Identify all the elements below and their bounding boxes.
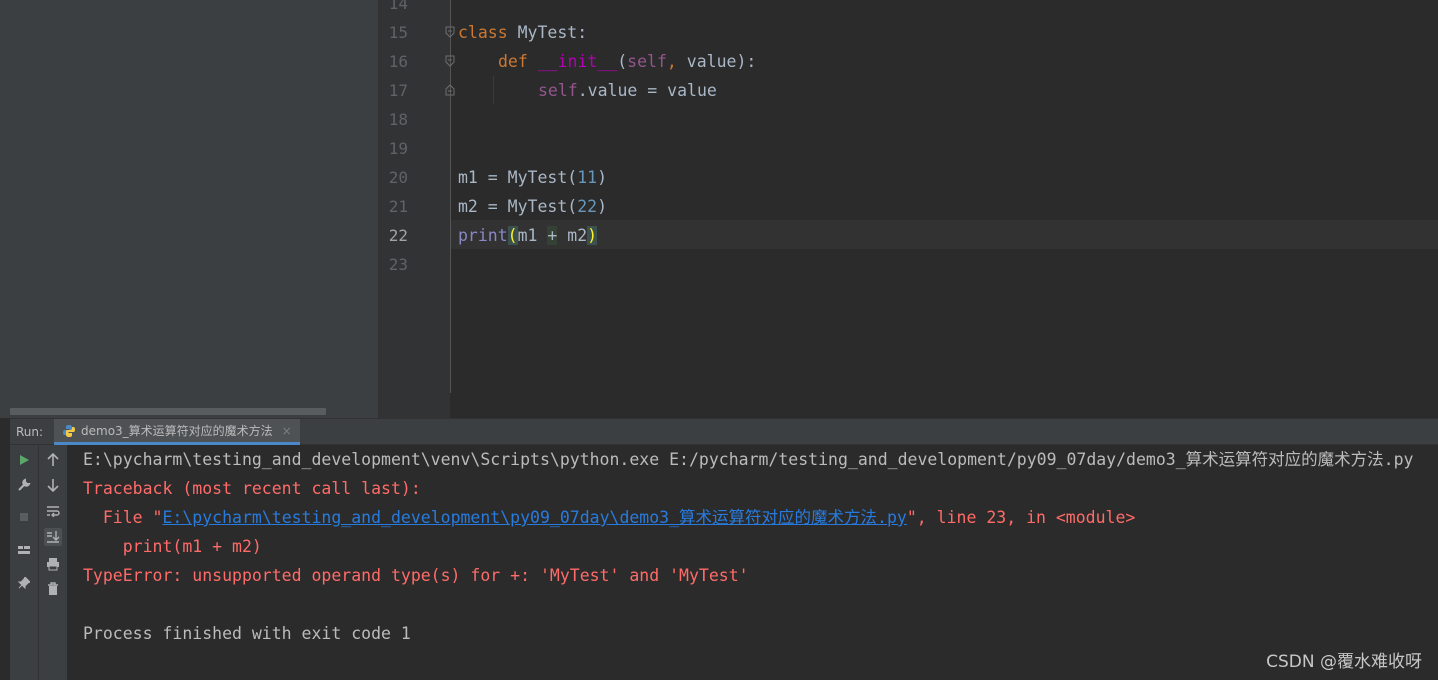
line-number: 14 — [388, 0, 408, 13]
keyword: class — [458, 23, 508, 42]
code-editor[interactable]: 14 15 16 17 18 19 20 21 22 23 class MyTe… — [378, 0, 1438, 393]
code-text: ) — [597, 168, 608, 187]
fold-marker-icon[interactable] — [445, 26, 455, 38]
stop-icon[interactable] — [15, 508, 33, 526]
fold-end-marker-icon[interactable] — [445, 84, 455, 96]
run-tool-window-header: Run: demo3_算术运算符对应的魔术方法 × — [10, 418, 1438, 445]
code-text: m1 = MyTest( — [458, 168, 578, 187]
self-param: self — [627, 52, 667, 71]
soft-wrap-icon[interactable] — [44, 502, 62, 520]
current-line-highlight — [451, 220, 1438, 249]
code-line-22: print(m1 + m2) — [458, 221, 598, 250]
scroll-to-end-icon[interactable] — [44, 528, 62, 546]
code-line-15: class MyTest: — [458, 18, 587, 47]
up-arrow-icon[interactable] — [44, 451, 62, 469]
project-horizontal-scrollbar[interactable] — [10, 408, 326, 415]
code-line-20: m1 = MyTest(11) — [458, 163, 607, 192]
line-number: 21 — [388, 197, 408, 216]
comma: , — [666, 52, 677, 71]
run-toolbar-primary — [10, 445, 39, 680]
trash-icon[interactable] — [44, 580, 62, 598]
brace-highlight: ) — [587, 226, 598, 245]
editor-bottom-area — [378, 393, 1438, 418]
builtin-function: print — [458, 226, 508, 245]
editor-gutter-bottom — [378, 393, 450, 418]
console-code-line: print(m1 + m2) — [83, 537, 262, 556]
code-line-16: def __init__(self, value): — [498, 47, 756, 76]
code-text: MyTest: — [507, 23, 588, 42]
print-icon[interactable] — [44, 555, 62, 573]
close-tab-icon[interactable]: × — [282, 424, 292, 438]
code-text: ( — [617, 52, 628, 71]
line-number: 17 — [388, 81, 408, 100]
code-text: m1 — [517, 226, 548, 245]
console-exit-line: Process finished with exit code 1 — [83, 624, 411, 643]
number-literal: 22 — [577, 197, 598, 216]
run-tab-label: demo3_算术运算符对应的魔术方法 — [81, 424, 273, 438]
down-arrow-icon[interactable] — [44, 476, 62, 494]
self-ref: self — [538, 81, 578, 100]
run-console[interactable]: E:\pycharm\testing_and_development\venv\… — [68, 445, 1438, 680]
console-traceback: Traceback (most recent call last): — [83, 479, 421, 498]
line-number: 20 — [388, 168, 408, 187]
line-number: 18 — [388, 110, 408, 129]
code-text: m2 — [557, 226, 588, 245]
file-suffix: ", line 23, in <module> — [906, 508, 1136, 527]
operator-highlight: + — [547, 226, 558, 245]
brace-highlight: ( — [507, 226, 518, 245]
console-error-line: TypeError: unsupported operand type(s) f… — [83, 566, 749, 585]
run-icon[interactable] — [15, 451, 33, 469]
line-number: 16 — [388, 52, 408, 71]
code-text: m2 = MyTest( — [458, 197, 578, 216]
keyword: def — [498, 52, 528, 71]
fold-marker-icon[interactable] — [445, 55, 455, 67]
number-literal: 11 — [577, 168, 598, 187]
python-file-icon — [63, 424, 75, 437]
code-text: .value = value — [577, 81, 717, 100]
file-path-link[interactable]: E:\pycharm\testing_and_development\py09_… — [162, 508, 906, 527]
code-text: ) — [597, 197, 608, 216]
file-prefix: File " — [83, 508, 163, 527]
console-file-line: File "E:\pycharm\testing_and_development… — [83, 503, 1135, 532]
code-text: value): — [676, 52, 757, 71]
project-panel — [10, 0, 378, 418]
line-number: 23 — [388, 255, 408, 274]
run-toolbar-secondary — [39, 445, 67, 680]
wrench-icon[interactable] — [15, 476, 33, 494]
console-command-line: E:\pycharm\testing_and_development\venv\… — [83, 450, 1414, 469]
run-tab[interactable]: demo3_算术运算符对应的魔术方法 × — [54, 419, 300, 445]
indent-guide — [493, 76, 494, 104]
run-label: Run: — [16, 425, 44, 439]
line-number: 15 — [388, 23, 408, 42]
layout-icon[interactable] — [15, 541, 33, 559]
watermark: CSDN @覆水难收呀 — [1266, 652, 1422, 672]
magic-method: __init__ — [537, 52, 618, 71]
line-number-current: 22 — [388, 226, 408, 245]
code-line-21: m2 = MyTest(22) — [458, 192, 607, 221]
line-number: 19 — [388, 139, 408, 158]
pin-icon[interactable] — [15, 574, 33, 592]
code-line-17: self.value = value — [538, 76, 717, 105]
